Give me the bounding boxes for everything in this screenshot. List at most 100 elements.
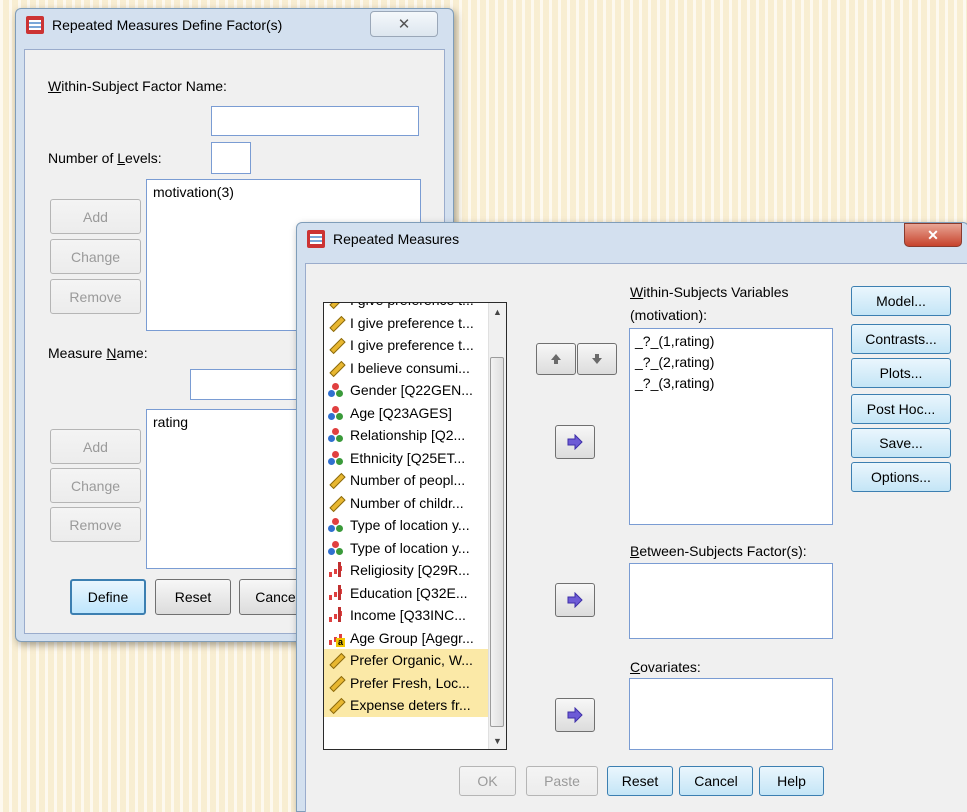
variable-label: Age [Q23AGES]	[350, 404, 452, 421]
variable-list-item[interactable]: Number of peopl...	[324, 469, 489, 492]
scale-variable-icon	[328, 337, 344, 353]
close-icon: ✕	[397, 16, 411, 33]
factor-add-button[interactable]: Add	[50, 199, 141, 234]
list-scrollbar[interactable]: ▲ ▼	[488, 303, 506, 749]
rm-client: I give preference t... I give preference …	[305, 263, 967, 812]
close-button[interactable]: ✕	[370, 11, 438, 37]
save-label: Save...	[879, 435, 923, 451]
scale-variable-icon	[328, 652, 344, 668]
variable-list-item[interactable]: I believe consumi...	[324, 357, 489, 380]
rm-close-button[interactable]: ✕	[904, 223, 962, 247]
variable-list-item[interactable]: Age Group [Agegr...	[324, 627, 489, 650]
within-factor-name-input[interactable]	[211, 106, 419, 136]
ordinal-a-variable-icon	[328, 630, 345, 647]
measure-add-button[interactable]: Add	[50, 429, 141, 464]
options-button[interactable]: Options...	[851, 462, 951, 492]
variable-list-item[interactable]: Prefer Fresh, Loc...	[324, 671, 489, 694]
cancel-label: Cancel	[694, 773, 738, 789]
within-item[interactable]: _?_(1,rating)	[635, 333, 827, 354]
variable-label: Relationship [Q2...	[350, 427, 466, 444]
variable-source-list[interactable]: I give preference t... I give preference …	[323, 302, 507, 750]
nominal-variable-icon	[328, 517, 344, 533]
define-button[interactable]: Define	[70, 579, 146, 615]
move-down-button[interactable]	[577, 343, 617, 375]
variable-list-item[interactable]: I give preference t...	[324, 303, 489, 312]
variable-list-item[interactable]: Type of location y...	[324, 514, 489, 537]
variable-list-item[interactable]: Relationship [Q2...	[324, 424, 489, 447]
measure-remove-button[interactable]: Remove	[50, 507, 141, 542]
variable-label: Number of peopl...	[350, 472, 466, 489]
nominal-variable-icon	[328, 540, 344, 556]
variable-list-item[interactable]: Ethnicity [Q25ET...	[324, 447, 489, 470]
paste-label: Paste	[544, 773, 580, 789]
variable-list-item[interactable]: Number of childr...	[324, 492, 489, 515]
variable-list-item[interactable]: I give preference t...	[324, 334, 489, 357]
variable-label: Education [Q32E...	[350, 584, 468, 601]
rm-titlebar[interactable]: Repeated Measures	[297, 223, 967, 255]
post-hoc-label: Post Hoc...	[866, 401, 936, 417]
covariates-list[interactable]	[629, 678, 833, 750]
scale-variable-icon	[328, 360, 344, 376]
variable-list-item[interactable]: Education [Q32E...	[324, 582, 489, 605]
plots-button[interactable]: Plots...	[851, 358, 951, 388]
within-subjects-list[interactable]: _?_(1,rating) _?_(2,rating) _?_(3,rating…	[629, 328, 833, 525]
variable-list-item[interactable]: Age [Q23AGES]	[324, 402, 489, 425]
variable-label: Religiosity [Q29R...	[350, 562, 470, 579]
within-item[interactable]: _?_(3,rating)	[635, 375, 827, 396]
right-arrow-icon	[567, 592, 583, 608]
move-up-button[interactable]	[536, 343, 576, 375]
scale-variable-icon	[328, 697, 344, 713]
scroll-up-arrow[interactable]: ▲	[489, 303, 506, 320]
help-button[interactable]: Help	[759, 766, 824, 796]
move-to-between-button[interactable]	[555, 583, 595, 617]
ordinal-variable-icon	[328, 562, 344, 578]
up-arrow-icon	[551, 354, 561, 364]
scale-variable-icon	[328, 303, 344, 308]
scale-variable-icon	[328, 675, 344, 691]
number-of-levels-input[interactable]	[211, 142, 251, 174]
within-item[interactable]: _?_(2,rating)	[635, 354, 827, 375]
between-subjects-list[interactable]	[629, 563, 833, 639]
cancel-label: Cancel	[255, 589, 299, 605]
factor-remove-button[interactable]: Remove	[50, 279, 141, 314]
measure-change-button[interactable]: Change	[50, 468, 141, 503]
within-subjects-label-1: Within-Subjects Variables	[630, 284, 789, 300]
define-label: Define	[87, 589, 129, 605]
variable-list-item[interactable]: Religiosity [Q29R...	[324, 559, 489, 582]
variable-list-item[interactable]: Expense deters fr...	[324, 694, 489, 717]
scroll-thumb[interactable]	[490, 357, 504, 727]
factor-list-item[interactable]: motivation(3)	[153, 184, 414, 200]
factor-change-button[interactable]: Change	[50, 239, 141, 274]
spss-app-icon	[307, 230, 325, 248]
variable-label: I give preference t...	[350, 314, 474, 331]
nominal-variable-icon	[328, 405, 344, 421]
variable-label: Type of location y...	[350, 539, 470, 556]
model-button[interactable]: Model...	[851, 286, 951, 316]
ordinal-variable-icon	[328, 607, 344, 623]
paste-button[interactable]: Paste	[526, 766, 598, 796]
move-to-covariates-button[interactable]	[555, 698, 595, 732]
variable-label: I give preference t...	[350, 303, 474, 308]
reset-button[interactable]: Reset	[155, 579, 231, 615]
nominal-variable-icon	[328, 450, 344, 466]
model-label: Model...	[876, 293, 926, 309]
variable-label: Gender [Q22GEN...	[350, 382, 473, 399]
variable-list-item[interactable]: I give preference t...	[324, 312, 489, 335]
cancel-button[interactable]: Cancel	[679, 766, 753, 796]
variable-list-item[interactable]: Type of location y...	[324, 537, 489, 560]
ok-button[interactable]: OK	[459, 766, 516, 796]
close-icon: ✕	[927, 226, 939, 243]
variable-list-item[interactable]: Income [Q33INC...	[324, 604, 489, 627]
nominal-variable-icon	[328, 382, 344, 398]
variable-list-item[interactable]: Gender [Q22GEN...	[324, 379, 489, 402]
reset-label: Reset	[174, 589, 212, 605]
variable-label: Age Group [Agegr...	[350, 629, 474, 646]
define-factors-title: Repeated Measures Define Factor(s)	[52, 17, 283, 33]
scroll-down-arrow[interactable]: ▼	[489, 732, 506, 749]
variable-list-item[interactable]: Prefer Organic, W...	[324, 649, 489, 672]
reset-button[interactable]: Reset	[607, 766, 673, 796]
post-hoc-button[interactable]: Post Hoc...	[851, 394, 951, 424]
move-to-within-button[interactable]	[555, 425, 595, 459]
contrasts-button[interactable]: Contrasts...	[851, 324, 951, 354]
save-button[interactable]: Save...	[851, 428, 951, 458]
